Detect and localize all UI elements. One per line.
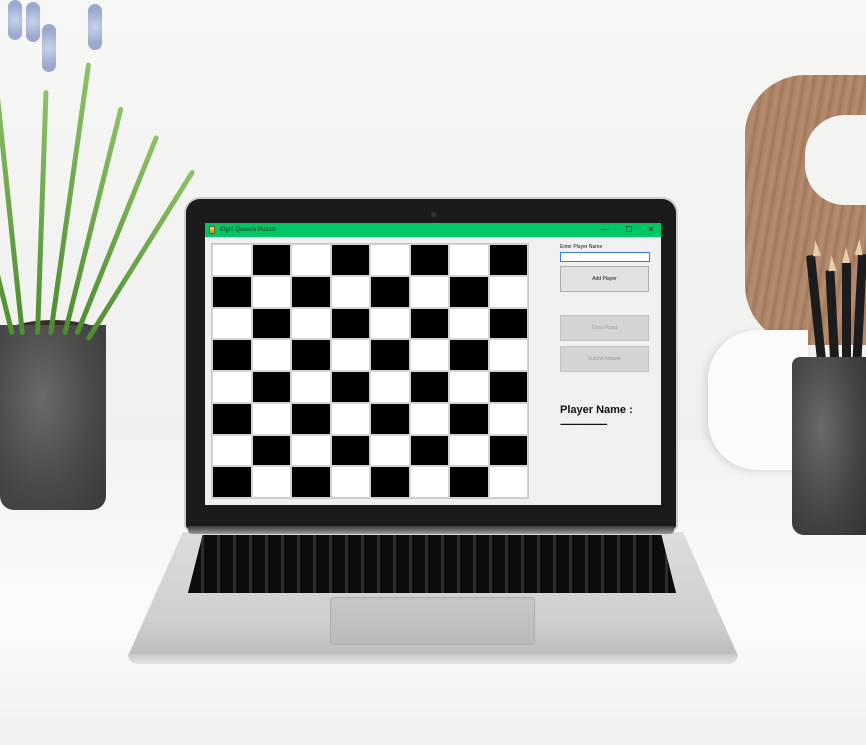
player-name-value: -------------------- [560, 419, 608, 430]
board-cell[interactable] [213, 276, 251, 307]
board-cell[interactable] [410, 435, 448, 466]
maximize-button[interactable]: ☐ [619, 223, 639, 237]
player-name-label: Player Name : [560, 404, 633, 416]
board-cell[interactable] [331, 308, 369, 339]
board-cell[interactable] [489, 308, 527, 339]
board-cell[interactable] [331, 276, 369, 307]
board-cell[interactable] [489, 340, 527, 370]
trackpad [330, 597, 535, 645]
board-cell[interactable] [292, 245, 330, 275]
board-cell[interactable] [371, 435, 409, 466]
close-button[interactable]: ✕ [641, 223, 661, 237]
minimize-button[interactable]: — [595, 223, 615, 237]
board-cell[interactable] [371, 340, 409, 370]
board-cell[interactable] [331, 403, 369, 434]
board-cell[interactable] [331, 467, 369, 497]
board-cell[interactable] [252, 435, 290, 466]
board-cell[interactable] [489, 467, 527, 497]
board-cell[interactable] [450, 403, 488, 434]
board-cell[interactable] [252, 276, 290, 307]
board-cell[interactable] [292, 340, 330, 370]
enter-player-name-label: Enter Player Name [560, 244, 603, 250]
board-cell[interactable] [371, 245, 409, 275]
board-cell[interactable] [371, 276, 409, 307]
board-cell[interactable] [410, 467, 448, 497]
board-cell[interactable] [410, 340, 448, 370]
board-cell[interactable] [252, 308, 290, 339]
board-cell[interactable] [213, 245, 251, 275]
board-cell[interactable] [252, 245, 290, 275]
board-cell[interactable] [292, 308, 330, 339]
board-cell[interactable] [213, 467, 251, 497]
add-player-button[interactable]: Add Player [560, 266, 649, 292]
grow-road-button[interactable]: Grow Road [560, 315, 649, 341]
board-cell[interactable] [371, 372, 409, 402]
board-cell[interactable] [292, 372, 330, 402]
app-window: Eight Queens Puzzle — ☐ ✕ Enter Player N… [205, 223, 661, 505]
board-cell[interactable] [252, 403, 290, 434]
window-title: Eight Queens Puzzle [220, 227, 277, 233]
board-cell[interactable] [410, 308, 448, 339]
board-cell[interactable] [450, 276, 488, 307]
board-cell[interactable] [252, 340, 290, 370]
board-cell[interactable] [450, 245, 488, 275]
board-cell[interactable] [371, 403, 409, 434]
app-icon [209, 226, 215, 234]
submit-answer-button[interactable]: Submit Answer [560, 346, 649, 372]
board-cell[interactable] [450, 372, 488, 402]
board-cell[interactable] [410, 403, 448, 434]
board-cell[interactable] [292, 467, 330, 497]
board-cell[interactable] [331, 340, 369, 370]
title-bar[interactable]: Eight Queens Puzzle — ☐ ✕ [205, 223, 661, 237]
board-cell[interactable] [213, 372, 251, 402]
chess-board [211, 243, 529, 499]
player-name-input[interactable] [560, 252, 650, 262]
board-cell[interactable] [371, 308, 409, 339]
board-cell[interactable] [410, 245, 448, 275]
board-cell[interactable] [331, 372, 369, 402]
board-cell[interactable] [292, 276, 330, 307]
keyboard [188, 535, 676, 593]
board-cell[interactable] [450, 467, 488, 497]
board-cell[interactable] [252, 467, 290, 497]
board-cell[interactable] [252, 372, 290, 402]
board-cell[interactable] [331, 245, 369, 275]
board-cell[interactable] [292, 435, 330, 466]
board-cell[interactable] [489, 276, 527, 307]
board-cell[interactable] [371, 467, 409, 497]
board-cell[interactable] [489, 403, 527, 434]
board-cell[interactable] [489, 372, 527, 402]
board-cell[interactable] [450, 308, 488, 339]
board-cell[interactable] [213, 308, 251, 339]
board-cell[interactable] [410, 372, 448, 402]
board-cell[interactable] [213, 435, 251, 466]
board-cell[interactable] [213, 403, 251, 434]
board-cell[interactable] [489, 435, 527, 466]
board-cell[interactable] [450, 340, 488, 370]
board-cell[interactable] [489, 245, 527, 275]
board-cell[interactable] [410, 276, 448, 307]
board-cell[interactable] [292, 403, 330, 434]
board-cell[interactable] [331, 435, 369, 466]
board-cell[interactable] [450, 435, 488, 466]
webcam [431, 212, 436, 217]
board-cell[interactable] [213, 340, 251, 370]
